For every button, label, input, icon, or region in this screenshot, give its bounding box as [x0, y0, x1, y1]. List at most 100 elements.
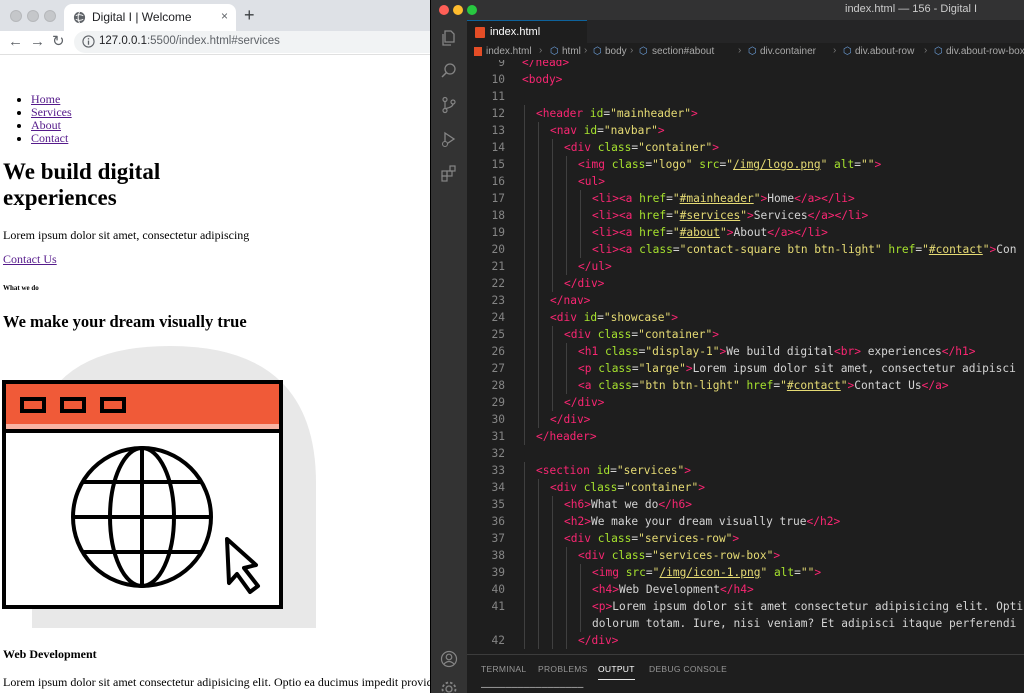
contact-us-link[interactable]: Contact Us [3, 252, 57, 267]
address-bar[interactable]: 127.0.0.1:5500/index.html#services [74, 31, 440, 53]
code-token: <div [550, 311, 584, 324]
explorer-files-icon[interactable] [440, 29, 458, 47]
code-line[interactable]: 17 <li><a href="#mainheader">Home</a></li… [467, 190, 1024, 207]
indent-guide [566, 258, 567, 275]
code-line[interactable]: 21 </ul> [467, 258, 1024, 275]
code-line[interactable]: 40 <h4>Web Development</h4> [467, 581, 1024, 598]
breadcrumb-item-container[interactable]: div.container [760, 46, 816, 57]
line-number: 40 [491, 583, 505, 596]
zoom-window-button[interactable] [44, 10, 56, 22]
code-line[interactable]: 19 <li><a href="#about">About</a></li> [467, 224, 1024, 241]
code-token: "" [861, 158, 875, 171]
vscode-minimize-button[interactable] [453, 5, 463, 15]
code-line[interactable]: 29 </div> [467, 394, 1024, 411]
breadcrumb-item-body[interactable]: body [605, 46, 627, 57]
source-control-icon[interactable] [440, 96, 458, 114]
code-text: </div> [564, 394, 604, 411]
breadcrumb-item-section[interactable]: section#about [652, 46, 714, 57]
code-line[interactable]: 12 <header id="mainheader"> [467, 105, 1024, 122]
indent-guide [580, 207, 581, 224]
nav-link-contact[interactable]: Contact [31, 131, 68, 145]
code-line[interactable]: 39 <img src="/img/icon-1.png" alt=""> [467, 564, 1024, 581]
code-text: <li><a href="#about">About</a></li> [592, 224, 828, 241]
breadcrumb: index.html › ⬡ html › ⬡ body › ⬡ section… [467, 43, 1024, 60]
code-editor[interactable]: 9 </head> 10 <body> 11 12 <header id="mainhead… [467, 60, 1024, 654]
browser-tab-active[interactable]: Digital I | Welcome × [64, 4, 236, 31]
nav-link-about[interactable]: About [31, 118, 61, 132]
code-line[interactable]: 18 <li><a href="#services">Services</a></… [467, 207, 1024, 224]
new-tab-button[interactable]: + [244, 6, 255, 24]
globe-icon [73, 11, 86, 24]
editor-tab-index-html[interactable]: index.html [467, 20, 587, 43]
vscode-close-button[interactable] [439, 5, 449, 15]
vscode-window-title: index.html — 156 - Digital I [845, 3, 978, 15]
code-line[interactable]: 38 <div class="services-row-box"> [467, 547, 1024, 564]
breadcrumb-chevron-icon: › [584, 45, 588, 56]
line-number: 14 [491, 141, 505, 154]
code-token: </a></li> [794, 192, 855, 205]
minimize-window-button[interactable] [27, 10, 39, 22]
info-icon[interactable] [82, 35, 95, 48]
indent-guide [566, 547, 567, 564]
line-number: 10 [491, 73, 505, 86]
panel-tab-output[interactable]: OUTPUT [598, 664, 635, 680]
search-icon[interactable] [440, 62, 458, 80]
code-line[interactable]: 27 <p class="large">Lorem ipsum dolor sit… [467, 360, 1024, 377]
extensions-icon[interactable] [440, 164, 458, 182]
code-line[interactable]: 20 <li><a class="contact-square btn btn-l… [467, 241, 1024, 258]
forward-arrow-icon[interactable]: → [30, 32, 45, 52]
indent-guide [552, 564, 553, 581]
code-token: src [625, 566, 646, 579]
back-arrow-icon[interactable]: ← [8, 32, 23, 52]
code-line[interactable]: 9 </head> [467, 60, 1024, 71]
code-line[interactable]: 36 <h2>We make your dream visually true</… [467, 513, 1024, 530]
accounts-icon[interactable] [440, 650, 458, 668]
close-window-button[interactable] [10, 10, 22, 22]
breadcrumb-item-about-row-box[interactable]: div.about-row-box [946, 46, 1024, 57]
code-line[interactable]: 34 <div class="container"> [467, 479, 1024, 496]
breadcrumb-item-file[interactable]: index.html [486, 46, 532, 57]
code-line[interactable]: 13 <nav id="navbar"> [467, 122, 1024, 139]
breadcrumb-item-html[interactable]: html [562, 46, 581, 57]
code-line[interactable]: 15 <img class="logo" src="/img/logo.png" … [467, 156, 1024, 173]
code-line[interactable]: 22 </div> [467, 275, 1024, 292]
code-line[interactable]: 35 <h6>What we do</h6> [467, 496, 1024, 513]
nav-link-services[interactable]: Services [31, 105, 72, 119]
code-line[interactable]: 30 </div> [467, 411, 1024, 428]
line-number: 12 [491, 107, 505, 120]
code-line[interactable]: 24 <div id="showcase"> [467, 309, 1024, 326]
code-line[interactable]: 10 <body> [467, 71, 1024, 88]
code-line[interactable]: 23 </nav> [467, 292, 1024, 309]
code-line[interactable]: 32 [467, 445, 1024, 462]
close-tab-icon[interactable]: × [221, 9, 228, 23]
run-debug-icon[interactable] [440, 130, 458, 148]
line-number: 11 [491, 90, 505, 103]
settings-gear-icon[interactable] [440, 680, 458, 693]
code-token: = [597, 124, 604, 137]
code-line[interactable]: 14 <div class="container"> [467, 139, 1024, 156]
code-line[interactable]: 42 </div> [467, 632, 1024, 649]
code-line[interactable]: 37 <div class="services-row"> [467, 530, 1024, 547]
page-heading-line2: experiences [3, 185, 117, 210]
indent-guide [552, 241, 553, 258]
code-line[interactable]: dolorum totam. Iure, nisi veniam? Et adi… [467, 615, 1024, 632]
code-text: <h6>What we do</h6> [564, 496, 692, 513]
code-line[interactable]: 26 <h1 class="display-1">We build digital… [467, 343, 1024, 360]
code-line[interactable]: 16 <ul> [467, 173, 1024, 190]
panel-tab-terminal[interactable]: TERMINAL [481, 664, 526, 674]
code-line[interactable]: 31 </header> [467, 428, 1024, 445]
reload-icon[interactable]: ↻ [52, 32, 65, 52]
vscode-zoom-button[interactable] [467, 5, 477, 15]
code-token: </a></li> [807, 209, 869, 222]
code-text: <h1 class="display-1">We build digital<b… [578, 343, 975, 360]
code-line[interactable]: 28 <a class="btn btn-light" href="#contac… [467, 377, 1024, 394]
code-line[interactable]: 11 [467, 88, 1024, 105]
code-line[interactable]: 41 <p>Lorem ipsum dolor sit amet consecte… [467, 598, 1024, 615]
panel-tab-problems[interactable]: PROBLEMS [538, 664, 588, 674]
indent-guide [580, 190, 581, 207]
nav-link-home[interactable]: Home [31, 92, 60, 106]
code-line[interactable]: 33 <section id="services"> [467, 462, 1024, 479]
panel-tab-debug-console[interactable]: DEBUG CONSOLE [649, 664, 727, 674]
breadcrumb-item-about-row[interactable]: div.about-row [855, 46, 914, 57]
code-line[interactable]: 25 <div class="container"> [467, 326, 1024, 343]
